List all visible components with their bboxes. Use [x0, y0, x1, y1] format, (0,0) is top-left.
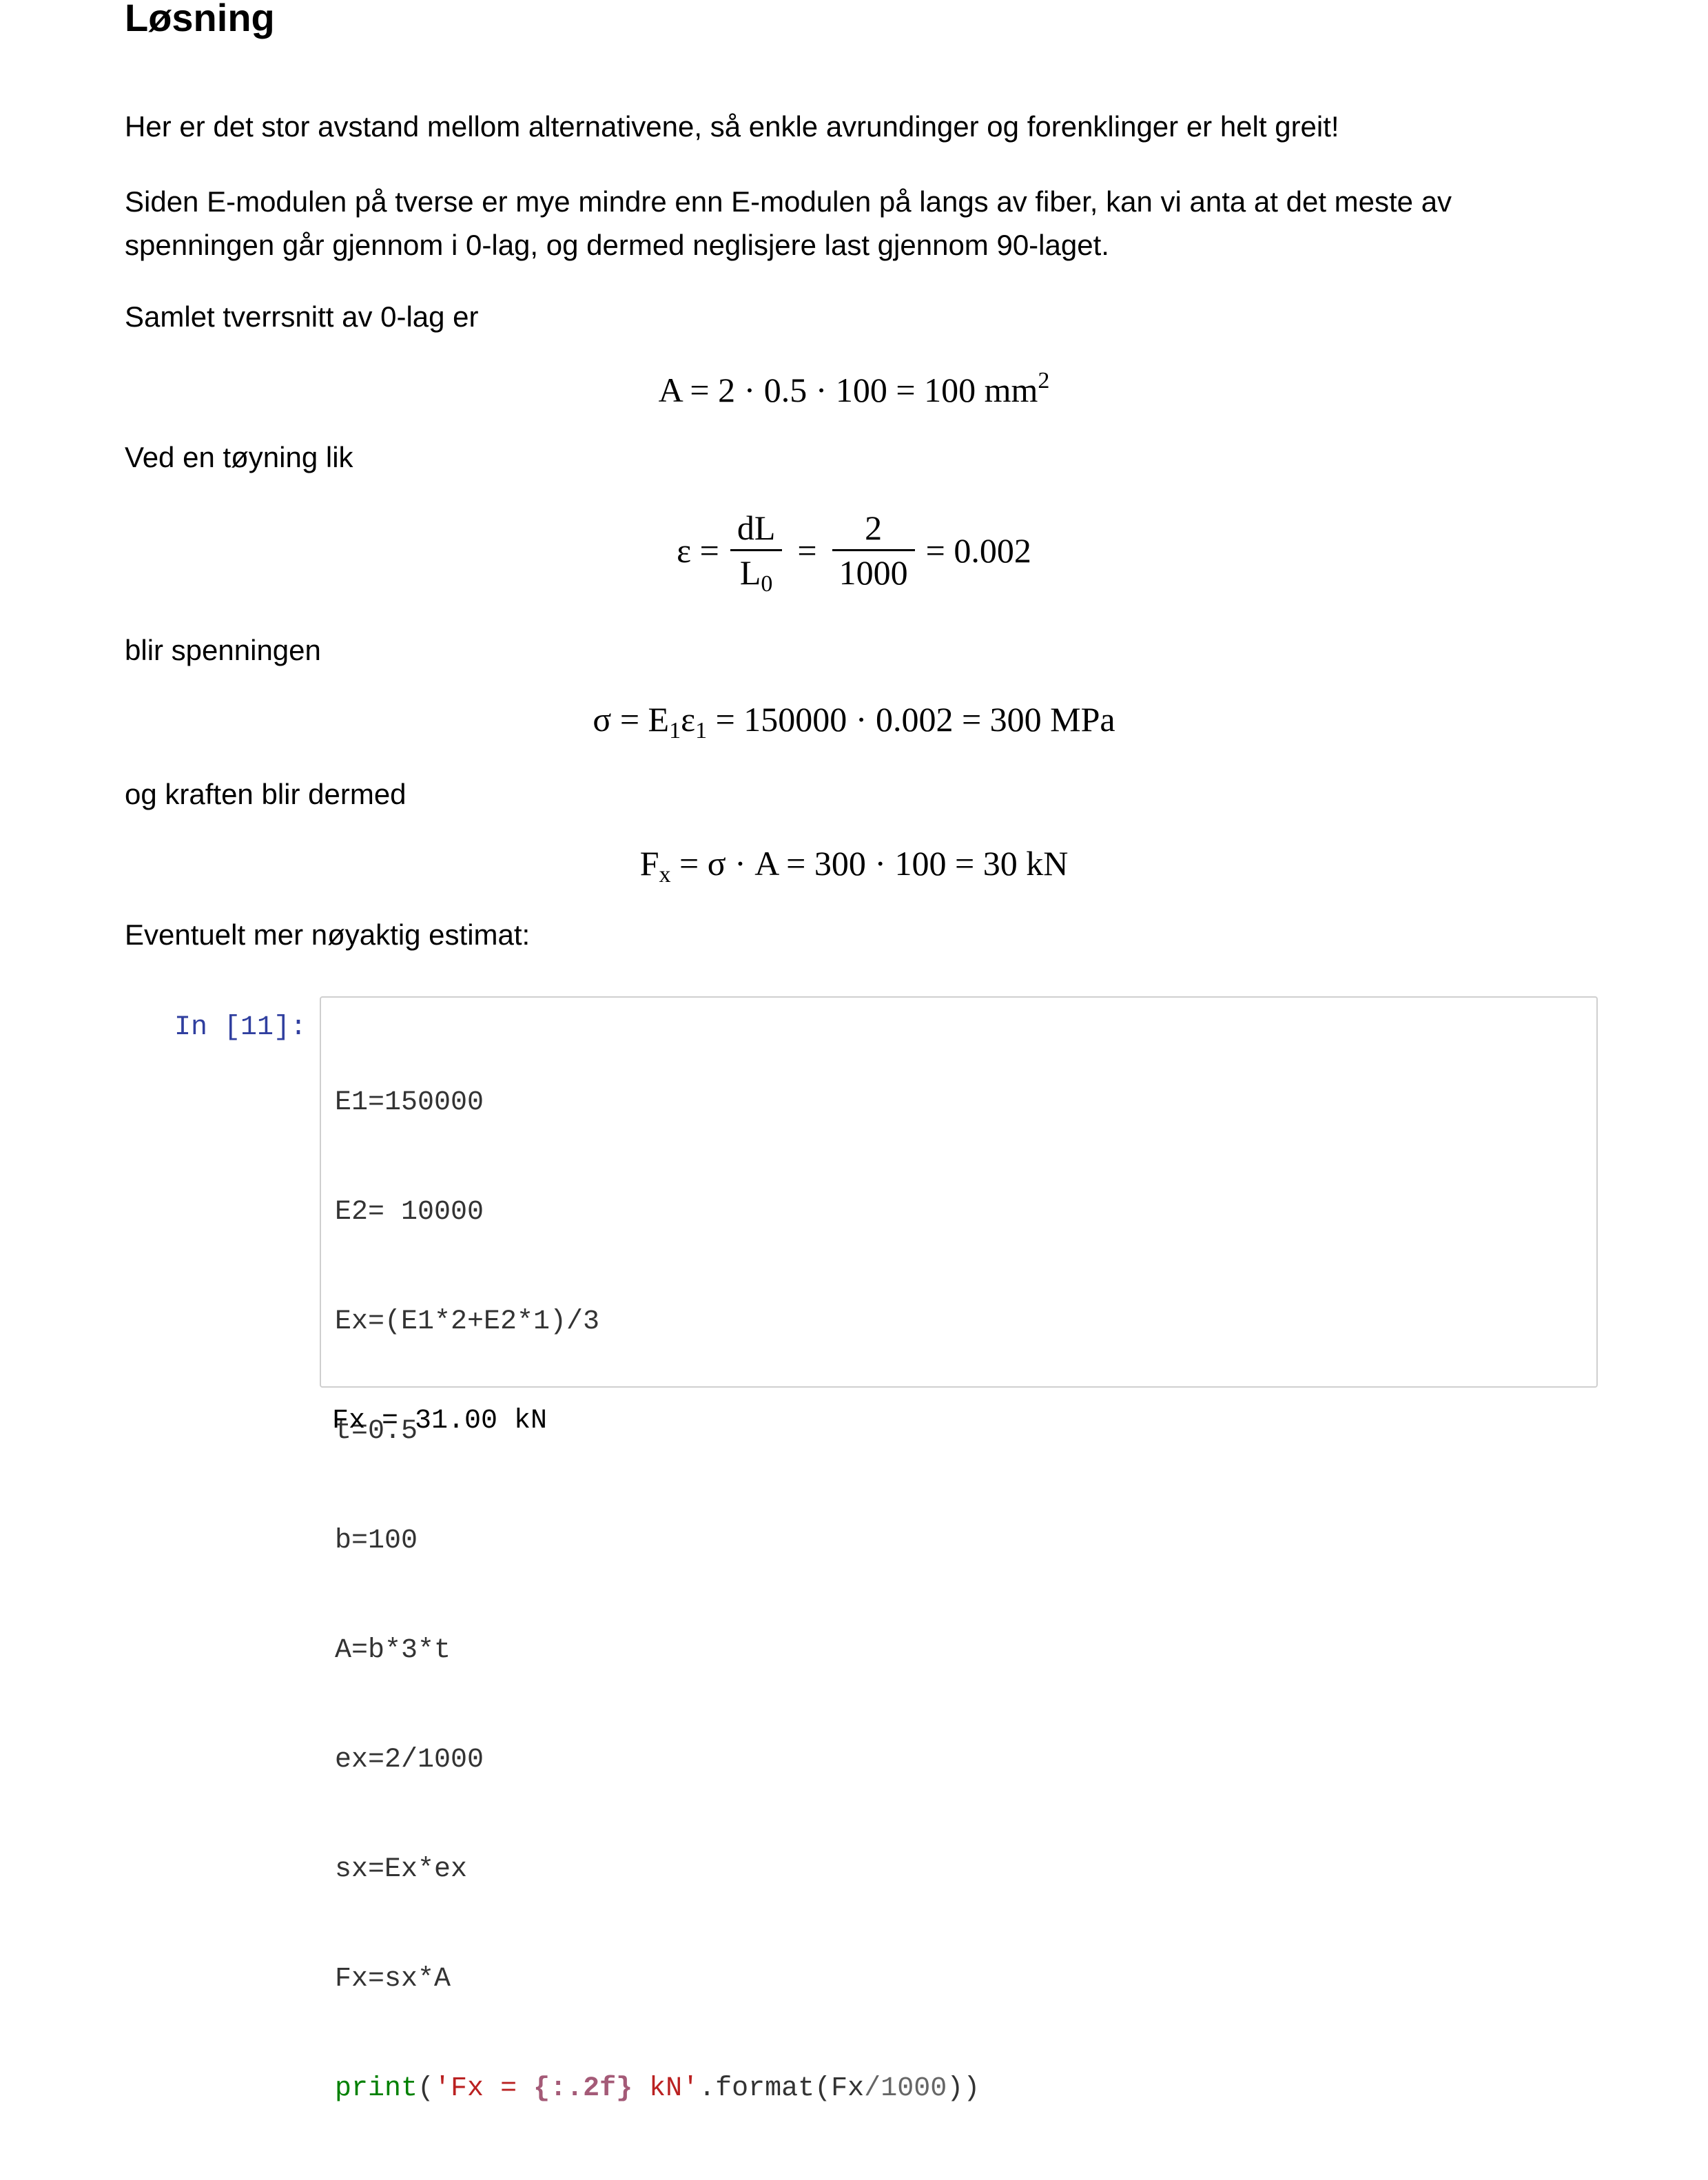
strain-lhs: ε = — [677, 531, 719, 570]
paragraph-strain: Ved en tøyning lik — [125, 441, 353, 473]
code-cell-editor[interactable]: E1=150000 E2= 10000 Ex=(E1*2+E2*1)/3 t=0… — [320, 996, 1598, 2104]
strain-fraction-2: 2 1000 — [832, 506, 915, 594]
strain-rhs: = 0.002 — [925, 531, 1031, 570]
cell-output: Fx = 31.00 kN — [332, 1406, 548, 1437]
code-line: ex=2/1000 — [335, 1745, 484, 1776]
strain-fraction-2-numerator: 2 — [865, 508, 883, 547]
code-line-print: print('Fx = {:.2f} kN'.format(Fx/1000)) — [335, 2073, 980, 2104]
paragraph-cross-section: Samlet tverrsnitt av 0-lag er — [125, 300, 479, 333]
equation-area: A = 2 · 0.5 · 100 = 100 mm2 — [0, 369, 1708, 411]
strain-equals: = — [797, 531, 817, 570]
code-line: A=b*3*t — [335, 1635, 451, 1666]
equation-force: Fx = σ · A = 300 · 100 = 30 kN — [639, 844, 1069, 887]
code-line: E1=150000 — [335, 1087, 484, 1118]
paragraph-explanation: Siden E-modulen på tverse er mye mindre … — [125, 185, 1452, 261]
equation-area-text: A = 2 · 0.5 · 100 = 100 mm — [658, 371, 1038, 409]
strain-fraction-1-numerator: dL — [737, 508, 776, 547]
strain-fraction-1-denominator: L0 — [739, 553, 773, 597]
equation-stress: σ = E1ε1 = 150000 · 0.002 = 300 MPa — [593, 700, 1115, 743]
paragraph-estimate: Eventuelt mer nøyaktig estimat: — [125, 918, 531, 951]
strain-fraction-2-denominator: 1000 — [838, 553, 908, 592]
code-lines[interactable]: E1=150000 E2= 10000 Ex=(E1*2+E2*1)/3 t=0… — [335, 1011, 980, 2180]
notebook-page: Løsning Her er det stor avstand mellom a… — [0, 0, 1708, 2104]
code-line: sx=Ex*ex — [335, 1854, 468, 1885]
strain-fraction-1: dL L0 — [730, 506, 783, 597]
paragraph-intro: Her er det stor avstand mellom alternati… — [125, 110, 1339, 143]
paragraph-force: og kraften blir dermed — [125, 778, 407, 810]
code-line: b=100 — [335, 1525, 418, 1556]
paragraph-stress: blir spenningen — [125, 634, 321, 666]
equation-strain: ε = dL L0 = 2 1000 = 0.002 — [0, 506, 1708, 596]
code-line: E2= 10000 — [335, 1197, 484, 1228]
section-heading: Løsning — [125, 0, 275, 39]
equation-area-exponent: 2 — [1038, 368, 1050, 393]
code-line: Fx=sx*A — [335, 1964, 451, 1995]
code-line: Ex=(E1*2+E2*1)/3 — [335, 1306, 600, 1337]
input-prompt: In [11]: — [174, 1012, 307, 1043]
